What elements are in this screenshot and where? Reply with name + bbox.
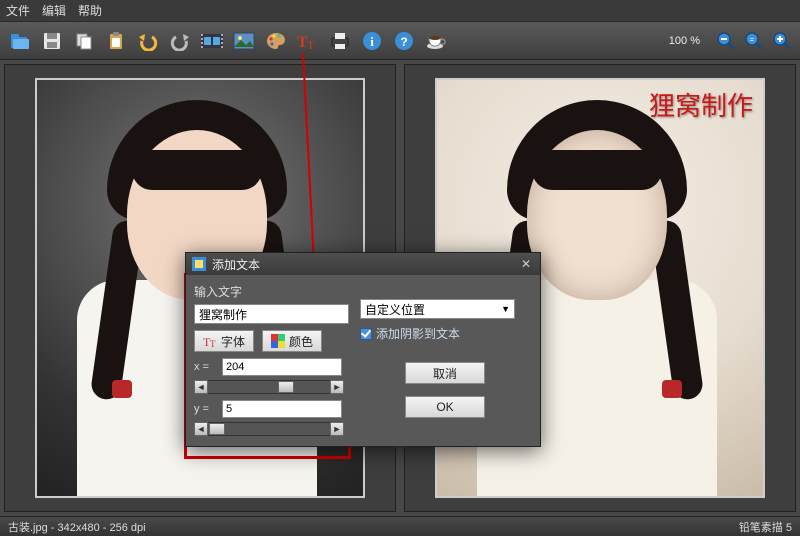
chevron-down-icon: ▼ — [501, 304, 510, 314]
shadow-checkbox[interactable] — [360, 328, 372, 340]
undo-button[interactable] — [134, 27, 162, 55]
x-slider-left[interactable]: ◄ — [194, 380, 208, 394]
redo-button[interactable] — [166, 27, 194, 55]
zoom-in-button[interactable] — [770, 29, 794, 53]
zoom-out-icon — [716, 31, 736, 51]
zoom-reset-icon: = — [744, 31, 764, 51]
position-select[interactable]: 自定义位置 ▼ — [360, 299, 515, 319]
coffee-button[interactable] — [422, 27, 450, 55]
info-button[interactable]: i — [358, 27, 386, 55]
y-label: y = — [194, 403, 216, 415]
zoom-label: 100 % — [669, 35, 700, 47]
dialog-title: 添加文本 — [212, 256, 260, 273]
cancel-button[interactable]: 取消 — [405, 362, 485, 384]
text-input[interactable] — [194, 304, 349, 324]
copy-button[interactable] — [70, 27, 98, 55]
coffee-icon — [425, 31, 447, 51]
y-slider[interactable]: ◄ ► — [194, 422, 344, 436]
shadow-checkbox-row[interactable]: 添加阴影到文本 — [360, 325, 530, 342]
image-adjust-icon — [233, 32, 255, 50]
toolbar: TT i ? 100 % = — [0, 22, 800, 60]
open-button[interactable] — [6, 27, 34, 55]
paste-icon — [106, 31, 126, 51]
y-slider-left[interactable]: ◄ — [194, 422, 208, 436]
watermark-text: 狸窝制作 — [649, 86, 753, 123]
zoom-out-button[interactable] — [714, 29, 738, 53]
save-icon — [42, 31, 62, 51]
x-label: x = — [194, 361, 216, 373]
dialog-icon — [192, 257, 206, 271]
print-icon — [329, 31, 351, 51]
copy-icon — [74, 31, 94, 51]
open-folder-icon — [9, 31, 31, 51]
status-right: 铅笔素描 5 — [739, 519, 792, 535]
svg-text:=: = — [750, 35, 755, 44]
save-button[interactable] — [38, 27, 66, 55]
print-button[interactable] — [326, 27, 354, 55]
menu-edit[interactable]: 编辑 — [42, 2, 66, 19]
font-button[interactable]: TT 字体 — [194, 330, 254, 352]
film-button[interactable] — [198, 27, 226, 55]
y-slider-right[interactable]: ► — [330, 422, 344, 436]
x-slider[interactable]: ◄ ► — [194, 380, 344, 394]
color-button[interactable]: 颜色 — [262, 330, 322, 352]
add-text-dialog: 添加文本 ✕ 输入文字 TT 字体 颜色 x = ◄ — [185, 252, 541, 447]
zoom-reset-button[interactable]: = — [742, 29, 766, 53]
help-button[interactable]: ? — [390, 27, 418, 55]
status-left: 古装.jpg - 342x480 - 256 dpi — [8, 519, 146, 535]
zoom-in-icon — [772, 31, 792, 51]
palette-icon — [265, 31, 287, 51]
statusbar: 古装.jpg - 342x480 - 256 dpi 铅笔素描 5 — [0, 516, 800, 536]
menubar: 文件 编辑 帮助 — [0, 0, 800, 22]
film-icon — [200, 32, 224, 50]
svg-text:T: T — [307, 38, 315, 51]
ok-button[interactable]: OK — [405, 396, 485, 418]
dialog-close-button[interactable]: ✕ — [518, 257, 534, 271]
svg-text:T: T — [210, 339, 216, 348]
dialog-titlebar[interactable]: 添加文本 ✕ — [186, 253, 540, 275]
svg-text:?: ? — [400, 35, 407, 49]
x-slider-right[interactable]: ► — [330, 380, 344, 394]
info-icon: i — [362, 31, 382, 51]
y-input[interactable] — [222, 400, 342, 418]
paste-button[interactable] — [102, 27, 130, 55]
x-input[interactable] — [222, 358, 342, 376]
redo-icon — [169, 31, 191, 51]
image-adjust-button[interactable] — [230, 27, 258, 55]
font-icon: TT — [203, 334, 217, 348]
undo-icon — [137, 31, 159, 51]
input-text-label: 输入文字 — [194, 283, 354, 300]
menu-help[interactable]: 帮助 — [78, 2, 102, 19]
text-button[interactable]: TT — [294, 27, 322, 55]
svg-text:i: i — [370, 34, 374, 49]
text-icon: TT — [297, 31, 319, 51]
palette-button[interactable] — [262, 27, 290, 55]
shadow-label: 添加阴影到文本 — [376, 325, 460, 342]
help-icon: ? — [394, 31, 414, 51]
menu-file[interactable]: 文件 — [6, 2, 30, 19]
color-icon — [271, 334, 285, 348]
